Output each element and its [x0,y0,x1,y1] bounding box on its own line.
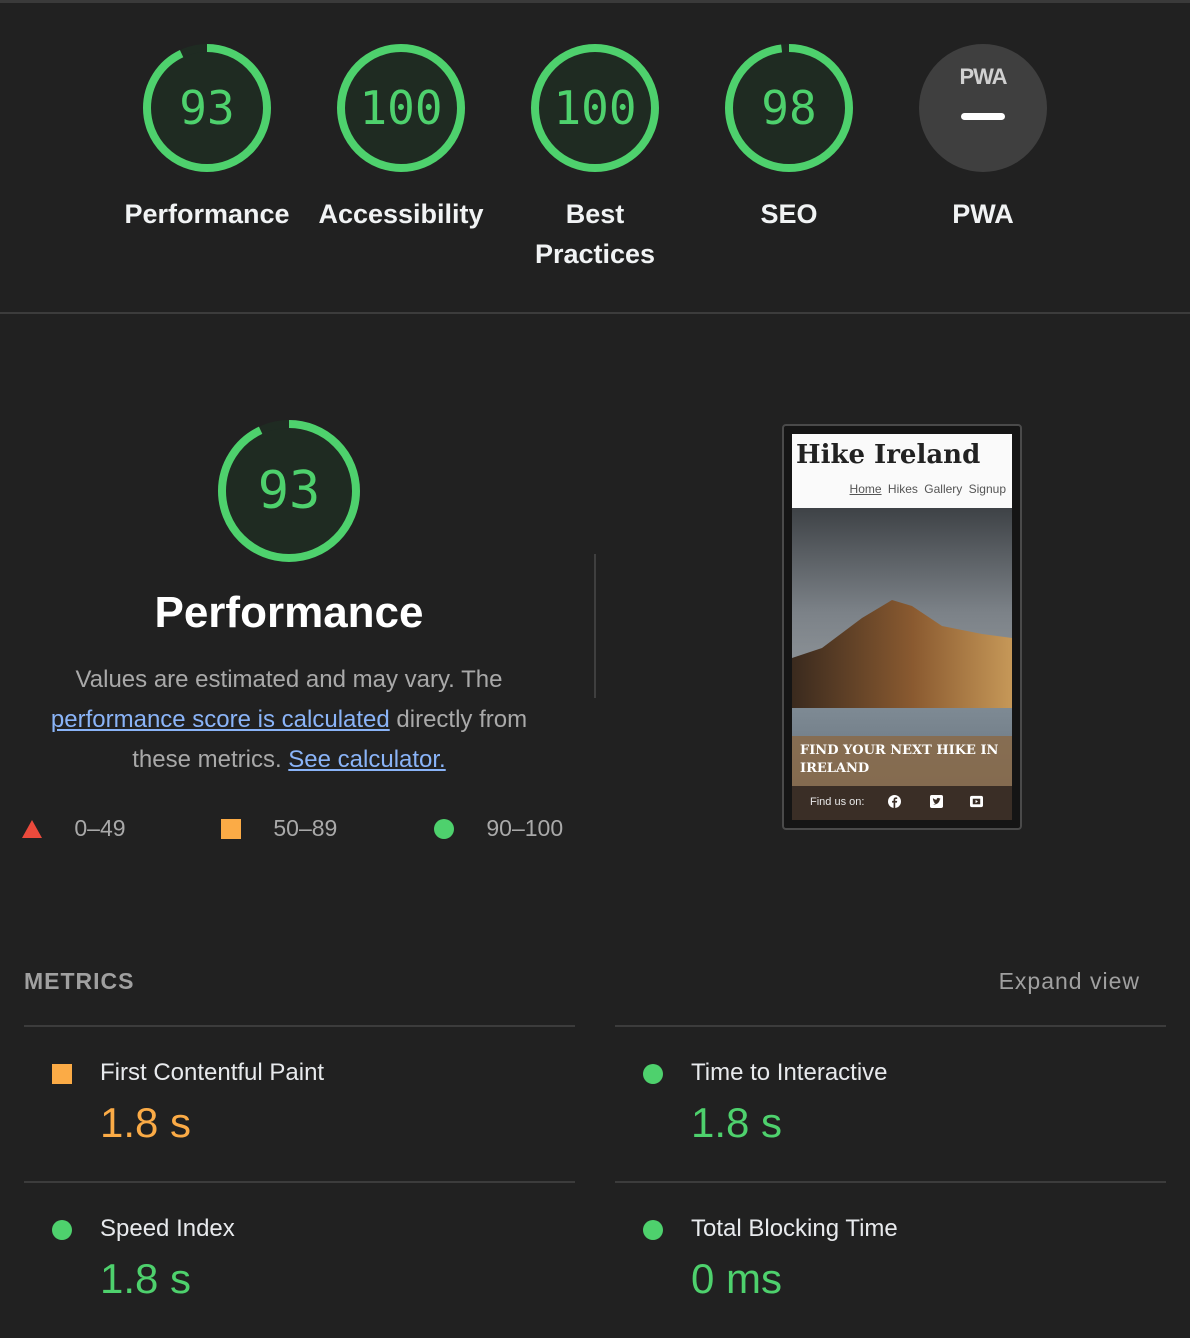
metric-name: Speed Index [100,1215,235,1242]
gauge-seo[interactable]: 98 SEO [699,42,879,234]
gauge-accessibility-label: Accessibility [318,199,484,229]
see-calculator-link[interactable]: See calculator. [288,746,445,773]
score-gauges: 93 Performance 100 Accessibility 100 Bes… [0,0,1190,312]
gauge-performance-score: 93 [179,81,235,135]
metric-time-to-interactive: Time to Interactive 1.8 s [615,1027,1166,1182]
gauge-seo-score: 98 [761,81,817,135]
gauge-best-practices-label: Best Practices [534,199,656,269]
square-icon [52,1064,72,1084]
performance-score-gauge: 93 [216,418,362,564]
metric-value: 1.8 s [100,1099,192,1146]
nav-signup: Signup [968,482,1006,496]
legend-pass: 90–100 [434,814,563,848]
facebook-icon [888,795,901,808]
gauge-performance[interactable]: 93 Performance [117,42,297,234]
youtube-icon [970,795,983,808]
triangle-icon [22,819,42,838]
gauge-pwa[interactable]: PWA PWA [893,42,1073,234]
site-nav: Home Hikes Gallery Signup [847,482,1006,496]
final-screenshot[interactable]: Hike Ireland Home Hikes Gallery Signup F… [782,424,1022,830]
metric-total-blocking-time: Total Blocking Time 0 ms [615,1183,1166,1338]
metric-value: 0 ms [691,1255,783,1302]
gauge-performance-label: Performance [124,199,290,229]
circle-icon [643,1064,663,1084]
nav-home: Home [849,482,882,496]
metric-name: Total Blocking Time [691,1215,898,1242]
section-divider [0,312,1190,314]
performance-desc-text-1: Values are estimated and may vary. The [75,666,503,693]
metric-value: 1.8 s [691,1099,783,1146]
legend-fail-range: 0–49 [74,815,126,842]
pwa-badge-icon [919,44,1047,172]
gauge-accessibility[interactable]: 100 Accessibility [311,42,491,234]
square-icon [221,818,241,839]
legend-average-range: 50–89 [273,815,338,842]
legend-pass-range: 90–100 [486,815,564,842]
twitter-icon [930,795,943,808]
legend-fail: 0–49 [22,814,126,848]
metric-speed-index: Speed Index 1.8 s [24,1183,575,1338]
nav-gallery: Gallery [924,482,963,496]
nav-hikes: Hikes [887,482,918,496]
site-footer: Find us on: [792,786,1012,820]
screenshot-screen: Hike Ireland Home Hikes Gallery Signup F… [792,434,1012,820]
metric-name: Time to Interactive [691,1059,888,1086]
circle-icon [52,1220,72,1240]
pwa-badge-text: PWA [959,64,1007,89]
hero-cta-text: FIND YOUR NEXT HIKE IN IRELAND [800,742,998,778]
score-calculated-link[interactable]: performance score is calculated [51,706,390,733]
vertical-separator [594,554,596,698]
performance-title: Performance [154,588,424,637]
gauge-best-practices[interactable]: 100 Best Practices [505,42,685,274]
site-title: Hike Ireland [796,440,981,470]
performance-score-value: 93 [257,461,321,521]
metrics-heading: METRICS [24,968,135,994]
performance-description: Values are estimated and may vary. The p… [40,660,538,780]
gauge-pwa-label: PWA [952,199,1014,229]
hero-cta-line-1: FIND YOUR NEXT HIKE IN [800,743,999,758]
metric-value: 1.8 s [100,1255,192,1302]
gauge-accessibility-score: 100 [359,81,443,135]
circle-icon [434,818,454,839]
circle-icon [643,1220,663,1240]
hero-cta-line-2: IRELAND [800,761,870,776]
gauge-seo-label: SEO [760,199,818,229]
footer-find-us: Find us on: [810,796,865,808]
gauge-best-practices-score: 100 [553,81,637,135]
expand-view-toggle[interactable]: Expand view [999,968,1140,995]
metric-name: First Contentful Paint [100,1059,325,1086]
legend-average: 50–89 [221,814,337,848]
metric-first-contentful-paint: First Contentful Paint 1.8 s [24,1027,575,1182]
